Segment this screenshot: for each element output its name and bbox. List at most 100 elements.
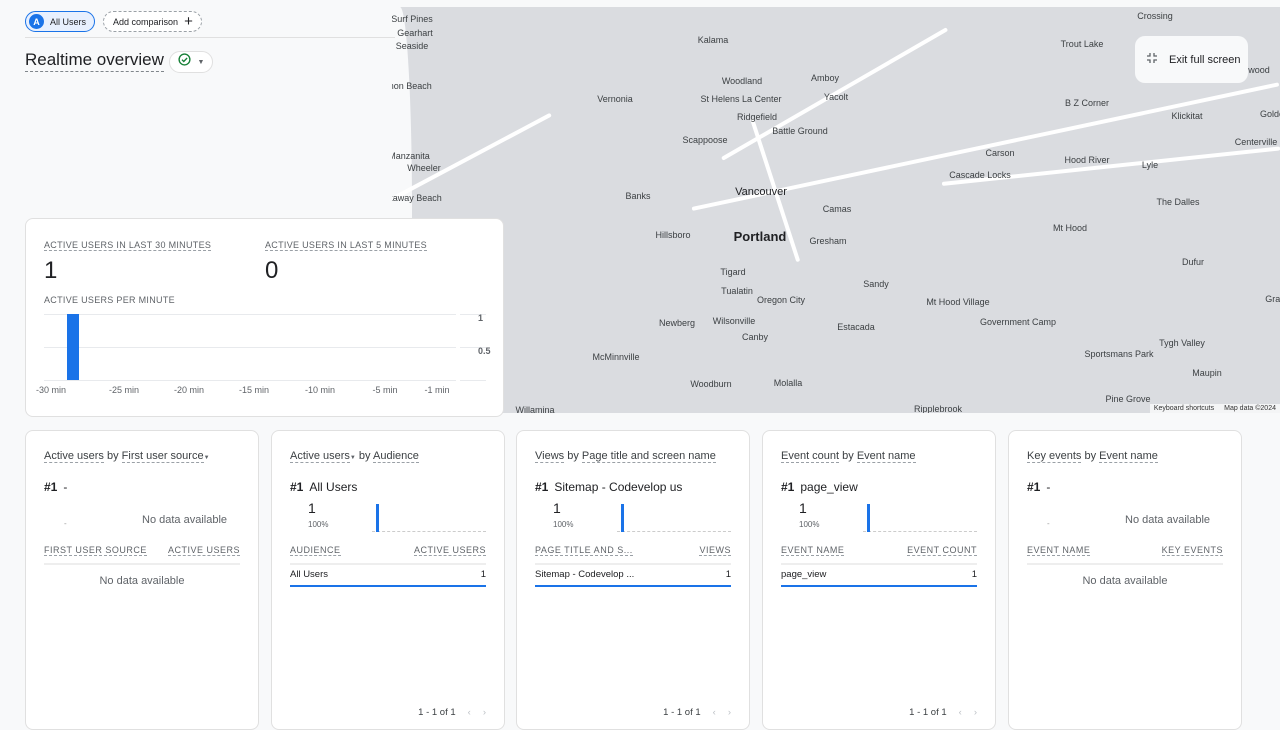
map-place-label: Willamina — [515, 405, 555, 413]
realtime-card: Views by Page title and screen name #1 Si… — [516, 430, 750, 730]
exit-fullscreen-icon — [1147, 53, 1157, 66]
table-no-data: No data available — [1082, 575, 1168, 587]
comparison-bar: A All Users Add comparison + — [25, 11, 202, 32]
map-place-label: Hood River — [1064, 155, 1110, 165]
page-range: 1 - 1 of 1 — [418, 707, 456, 718]
map-place-label: Pine Grove — [1105, 394, 1151, 404]
add-comparison-button[interactable]: Add comparison + — [103, 11, 202, 32]
dimension-selector[interactable]: Event name — [856, 450, 916, 463]
metric-selector[interactable]: Views — [535, 450, 565, 463]
map-place-label: Sandy — [863, 279, 889, 289]
x-tick-label: -10 min — [304, 385, 336, 395]
card-title: Event count by Event name — [781, 450, 916, 463]
empty-sparkline: - — [1047, 519, 1050, 528]
column-header-metric[interactable]: Active users — [413, 545, 486, 556]
page-range: 1 - 1 of 1 — [663, 707, 701, 718]
chart-gridline — [460, 380, 486, 381]
data-status-dropdown[interactable]: ▼ — [169, 51, 213, 73]
map-place-label: Klickitat — [1171, 111, 1203, 121]
y-tick-label: 0.5 — [478, 346, 491, 356]
table-row[interactable]: page_view 1 — [781, 569, 977, 587]
dimension-selector[interactable]: Event name — [1099, 450, 1158, 463]
card-title: Key events by Event name — [1027, 450, 1158, 463]
card-title: Active users▼ by Audience — [290, 450, 419, 463]
sparkline-baseline — [863, 531, 977, 532]
top-rank: #1- — [44, 480, 67, 494]
dimension-selector[interactable]: Page title and screen name — [581, 450, 716, 463]
map-place-label: Banks — [625, 191, 651, 201]
prev-page-icon[interactable]: ‹ — [959, 707, 962, 718]
top-value: 1 — [553, 500, 561, 516]
table-row[interactable]: Sitemap - Codevelop ... 1 — [535, 569, 731, 587]
keyboard-shortcuts-link[interactable]: Keyboard shortcuts — [1154, 405, 1214, 412]
column-header-dimension[interactable]: First user source — [44, 545, 147, 556]
metric-selector[interactable]: Active users — [44, 450, 104, 463]
pagination: 1 - 1 of 1 ‹ › — [418, 707, 486, 718]
header-divider — [290, 563, 486, 565]
rank-number: #1 — [44, 480, 58, 494]
divider — [25, 37, 395, 38]
rank-name: - — [1046, 480, 1051, 494]
dimension-selector[interactable]: First user source — [121, 450, 204, 463]
check-circle-icon — [177, 53, 191, 71]
map-place-label: Camas — [822, 204, 852, 214]
x-tick-label: -25 min — [108, 385, 140, 395]
audience-avatar: A — [29, 14, 44, 29]
map-place-label: Estacada — [837, 322, 875, 332]
map-place-label: Vancouver — [735, 186, 787, 198]
map-place-label: Woodland — [721, 76, 763, 86]
exit-fullscreen-button[interactable]: Exit full screen — [1135, 36, 1248, 83]
audience-chip-all-users[interactable]: A All Users — [25, 11, 96, 32]
sparkline-baseline — [617, 531, 731, 532]
table-row[interactable]: All Users 1 — [290, 569, 486, 587]
rank-number: #1 — [290, 480, 304, 494]
map-place-label: Canby — [741, 332, 769, 342]
column-header-dimension[interactable]: Page title and s... — [535, 545, 633, 556]
header-divider — [535, 563, 731, 565]
next-page-icon[interactable]: › — [483, 707, 486, 718]
next-page-icon[interactable]: › — [974, 707, 977, 718]
column-header-metric[interactable]: Active users — [167, 545, 240, 556]
header-divider — [44, 563, 240, 565]
page-title: Realtime overview — [25, 50, 164, 72]
column-header-metric[interactable]: Event count — [907, 545, 977, 556]
map-place-label: Scappoose — [682, 135, 728, 145]
column-header-metric[interactable]: Views — [699, 545, 731, 556]
metric-selector[interactable]: Key events — [1027, 450, 1082, 463]
chart-gridline — [44, 380, 456, 381]
map-place-label: Mt Hood Village — [926, 297, 990, 307]
plus-icon: + — [184, 13, 193, 30]
column-header-metric[interactable]: Key events — [1161, 545, 1223, 556]
map-place-label: Government Camp — [979, 317, 1057, 327]
map-data-attribution: Map data ©2024 — [1224, 405, 1276, 412]
map-place-label: Newberg — [658, 318, 696, 328]
map-place-label: McMinnville — [592, 352, 640, 362]
next-page-icon[interactable]: › — [728, 707, 731, 718]
title-connector: by — [839, 450, 857, 462]
x-tick-label: -1 min — [424, 385, 450, 395]
metric-selector[interactable]: Active users — [290, 450, 350, 463]
column-header-dimension[interactable]: Event name — [1027, 545, 1091, 556]
sparkline-bar — [376, 504, 379, 532]
top-rank: #1- — [1027, 480, 1050, 494]
map-place-label: Manzanita — [392, 151, 430, 161]
dimension-selector[interactable]: Audience — [373, 450, 419, 463]
metric-selector[interactable]: Event count — [781, 450, 840, 463]
caret-down-icon[interactable]: ▼ — [204, 455, 210, 461]
prev-page-icon[interactable]: ‹ — [468, 707, 471, 718]
map-place-label: Gras — [1265, 294, 1280, 304]
top-percent: 100% — [553, 520, 574, 529]
column-header-dimension[interactable]: Audience — [290, 545, 341, 556]
chart-gridline — [44, 347, 456, 348]
prev-page-icon[interactable]: ‹ — [713, 707, 716, 718]
column-header-dimension[interactable]: Event name — [781, 545, 845, 556]
page-range: 1 - 1 of 1 — [909, 707, 947, 718]
add-comparison-label: Add comparison — [113, 16, 179, 27]
title-connector: by — [1081, 450, 1100, 462]
map-place-label: Centerville — [1234, 137, 1278, 147]
map-footer: Keyboard shortcuts Map data ©2024 — [1149, 404, 1280, 413]
title-connector: by — [564, 450, 582, 462]
chart-bar[interactable] — [67, 314, 80, 380]
y-tick-label: 1 — [478, 313, 484, 323]
map-place-label: Carson — [985, 148, 1015, 158]
